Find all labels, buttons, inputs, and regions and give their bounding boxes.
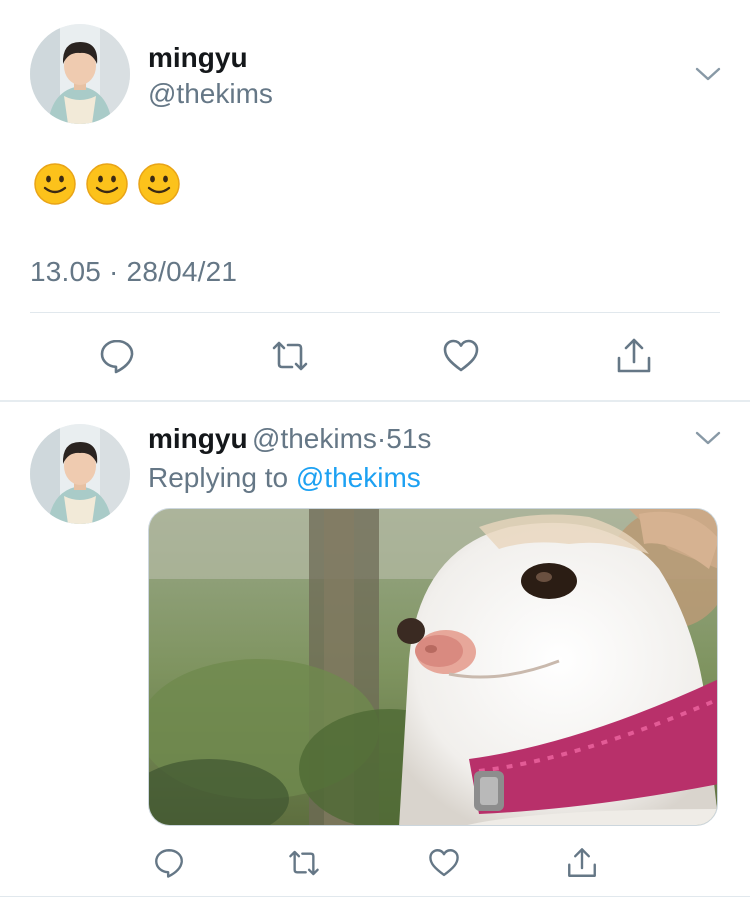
reply-header: mingyu @thekims·51s	[148, 423, 431, 455]
retweet-icon[interactable]	[270, 336, 310, 376]
author-avatar[interactable]	[30, 24, 130, 124]
replying-to-label: Replying to	[148, 462, 289, 493]
reply-author-name[interactable]: mingyu	[148, 423, 248, 454]
chevron-down-icon[interactable]	[694, 64, 722, 84]
chevron-down-icon[interactable]	[694, 428, 722, 448]
reply-author-avatar[interactable]	[30, 424, 130, 524]
bottom-divider	[0, 896, 750, 897]
author-handle[interactable]: @thekims	[148, 78, 273, 110]
tweet-separator	[0, 400, 750, 402]
replying-to-link[interactable]: @thekims	[296, 462, 421, 493]
reply-icon[interactable]	[152, 846, 186, 880]
divider	[30, 312, 720, 313]
reply-time[interactable]: 51s	[386, 423, 431, 454]
tweet-timestamp[interactable]: 13.05 · 28/04/21	[30, 256, 237, 288]
separator-dot: ·	[376, 423, 387, 454]
like-icon[interactable]	[441, 336, 481, 376]
slightly-smiling-face-icon	[33, 162, 77, 206]
reply-icon[interactable]	[97, 336, 137, 376]
author-name[interactable]: mingyu	[148, 42, 248, 74]
tweet-media-image[interactable]	[148, 508, 718, 826]
slightly-smiling-face-icon	[137, 162, 181, 206]
slightly-smiling-face-icon	[85, 162, 129, 206]
retweet-icon[interactable]	[287, 846, 321, 880]
share-icon[interactable]	[614, 336, 654, 376]
like-icon[interactable]	[427, 846, 461, 880]
share-icon[interactable]	[565, 846, 599, 880]
replying-to-line: Replying to @thekims	[148, 462, 421, 494]
reply-author-handle[interactable]: @thekims	[252, 423, 377, 454]
